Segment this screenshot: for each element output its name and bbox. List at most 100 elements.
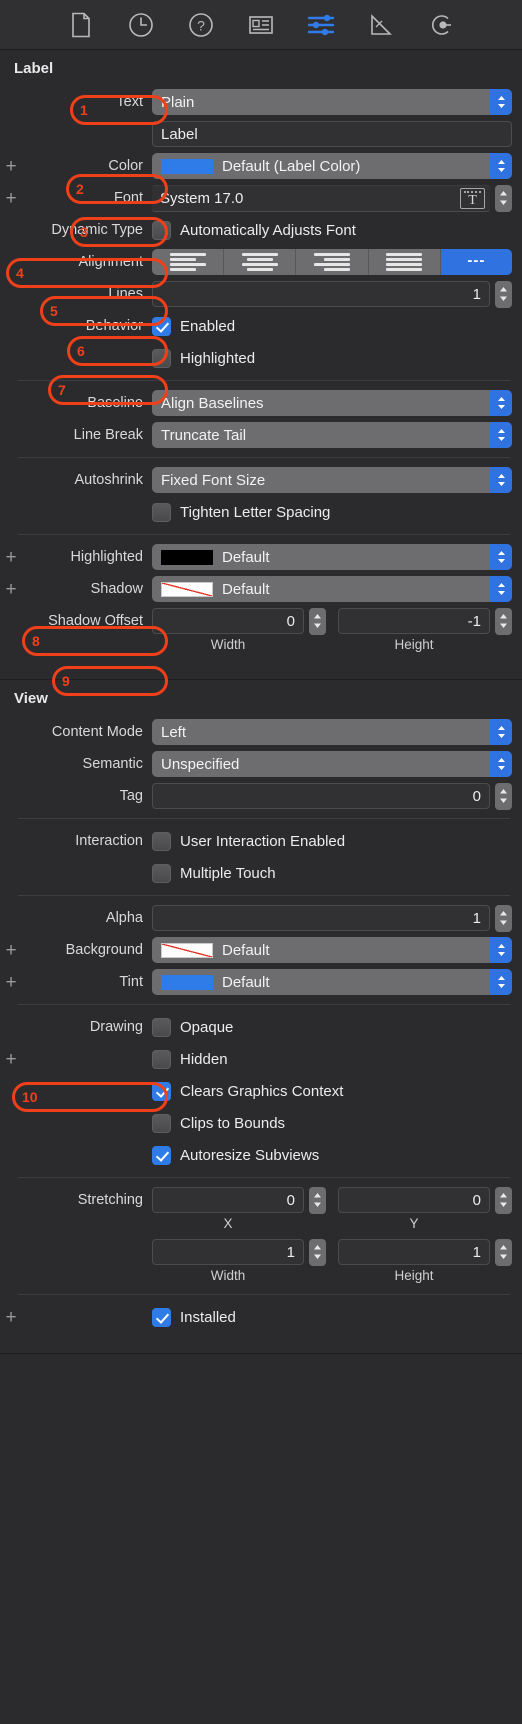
label-text-input[interactable]: Label [152, 121, 512, 147]
content-mode-value: Left [161, 723, 187, 741]
plus-placeholder: + [0, 317, 22, 336]
shadow-offset-width-input[interactable]: 0 [152, 608, 304, 634]
line-break-popup[interactable]: Truncate Tail [152, 422, 512, 448]
tag-input[interactable]: 0 [152, 783, 490, 809]
add-variation-shadow-button[interactable]: + [0, 580, 22, 599]
shadow-offset-height-input[interactable]: -1 [338, 608, 490, 634]
hidden-checkbox[interactable] [152, 1049, 171, 1069]
row-interaction-multitouch: + Multiple Touch [0, 857, 522, 889]
plus-placeholder: + [0, 723, 22, 742]
color-popup[interactable]: Default (Label Color) [152, 153, 512, 179]
add-variation-color-button[interactable]: + [0, 157, 22, 176]
auto-adjusts-font-checkbox[interactable] [152, 220, 171, 240]
plus-placeholder: + [0, 1018, 22, 1037]
align-natural-button[interactable]: --- [440, 249, 512, 275]
plus-placeholder: + [0, 1191, 22, 1210]
font-picker-icon[interactable]: T [460, 187, 485, 209]
size-inspector-icon[interactable] [366, 10, 396, 40]
font-stepper[interactable] [495, 184, 512, 212]
shadow-offset-height-stepper[interactable] [495, 607, 512, 635]
label-lines: Lines [108, 286, 143, 302]
tag-stepper[interactable] [495, 782, 512, 810]
help-inspector-icon[interactable]: ? [186, 10, 216, 40]
align-left-icon [169, 253, 206, 271]
add-variation-tint-button[interactable]: + [0, 973, 22, 992]
user-interaction-enabled-checkbox[interactable] [152, 831, 171, 851]
history-inspector-icon[interactable] [126, 10, 156, 40]
stretching-y-stepper[interactable] [495, 1186, 512, 1214]
add-variation-background-button[interactable]: + [0, 941, 22, 960]
label-semantic: Semantic [82, 756, 143, 772]
add-variation-hidden-button[interactable]: + [0, 1050, 22, 1069]
enabled-checkbox[interactable] [152, 316, 171, 336]
plus-placeholder: + [0, 394, 22, 413]
plus-placeholder: + [0, 612, 22, 631]
autoresize-subviews-checkbox[interactable] [152, 1145, 171, 1165]
file-inspector-icon[interactable] [66, 10, 96, 40]
add-variation-font-button[interactable]: + [0, 189, 22, 208]
highlighted-color-value: Default [222, 548, 270, 566]
highlighted-color-popup[interactable]: Default [152, 544, 512, 570]
alpha-input[interactable]: 1 [152, 905, 490, 931]
tint-color-popup[interactable]: Default [152, 969, 512, 995]
plus-placeholder: + [0, 864, 22, 883]
installed-checkbox[interactable] [152, 1307, 171, 1327]
label-dynamic-type: Dynamic Type [51, 222, 143, 238]
align-justified-button[interactable] [368, 249, 441, 275]
plus-placeholder: + [0, 1146, 22, 1165]
section-divider [0, 1353, 522, 1354]
row-background: + Background Default [0, 934, 522, 966]
stretching-x-stepper[interactable] [309, 1186, 326, 1214]
add-variation-installed-button[interactable]: + [0, 1308, 22, 1327]
content-mode-popup[interactable]: Left [152, 719, 512, 745]
clips-to-bounds-checkbox[interactable] [152, 1113, 171, 1133]
text-style-popup[interactable]: Plain [152, 89, 512, 115]
line-break-value: Truncate Tail [161, 426, 247, 444]
tighten-letter-spacing-checkbox[interactable] [152, 502, 171, 522]
row-color: + Color Default (Label Color) [0, 150, 522, 182]
stretching-height-input[interactable]: 1 [338, 1239, 490, 1265]
label-tag: Tag [119, 788, 143, 804]
installed-label: Installed [180, 1308, 236, 1326]
highlighted-checkbox[interactable] [152, 348, 171, 368]
row-content-mode: + Content Mode Left [0, 716, 522, 748]
multiple-touch-label: Multiple Touch [180, 864, 276, 882]
auto-adjusts-font-label: Automatically Adjusts Font [180, 221, 356, 239]
stretching-width-input[interactable]: 1 [152, 1239, 304, 1265]
label-shadow-offset: Shadow Offset [48, 613, 143, 629]
stretching-height-stepper[interactable] [495, 1238, 512, 1266]
autoshrink-popup[interactable]: Fixed Font Size [152, 467, 512, 493]
stretching-width-stepper[interactable] [309, 1238, 326, 1266]
add-variation-highlighted-button[interactable]: + [0, 548, 22, 567]
align-center-button[interactable] [224, 249, 297, 275]
label-baseline: Baseline [87, 395, 143, 411]
clears-graphics-context-checkbox[interactable] [152, 1081, 171, 1101]
stretching-y-input[interactable]: 0 [338, 1187, 490, 1213]
stretching-x-input[interactable]: 0 [152, 1187, 304, 1213]
baseline-popup[interactable]: Align Baselines [152, 390, 512, 416]
font-field[interactable]: System 17.0 T [152, 184, 490, 212]
label-highlighted-color: Highlighted [70, 549, 143, 565]
connections-inspector-icon[interactable] [426, 10, 456, 40]
divider [18, 1004, 510, 1005]
row-line-break: + Line Break Truncate Tail [0, 419, 522, 451]
lines-stepper[interactable] [495, 280, 512, 308]
color-swatch-icon [161, 158, 213, 174]
opaque-checkbox[interactable] [152, 1017, 171, 1037]
align-right-button[interactable] [296, 249, 369, 275]
row-tighten-letter-spacing: + Tighten Letter Spacing [0, 496, 522, 528]
attributes-inspector-icon[interactable] [306, 10, 336, 40]
alpha-stepper[interactable] [495, 904, 512, 932]
background-color-popup[interactable]: Default [152, 937, 512, 963]
shadow-color-value: Default [222, 580, 270, 598]
identity-inspector-icon[interactable] [246, 10, 276, 40]
shadow-offset-width-stepper[interactable] [309, 607, 326, 635]
label-section-title: Label [14, 60, 54, 77]
lines-input[interactable]: 1 [152, 281, 490, 307]
shadow-color-popup[interactable]: Default [152, 576, 512, 602]
semantic-value: Unspecified [161, 755, 240, 773]
multiple-touch-checkbox[interactable] [152, 863, 171, 883]
semantic-popup[interactable]: Unspecified [152, 751, 512, 777]
align-left-button[interactable] [152, 249, 225, 275]
background-color-swatch-icon [161, 942, 213, 958]
